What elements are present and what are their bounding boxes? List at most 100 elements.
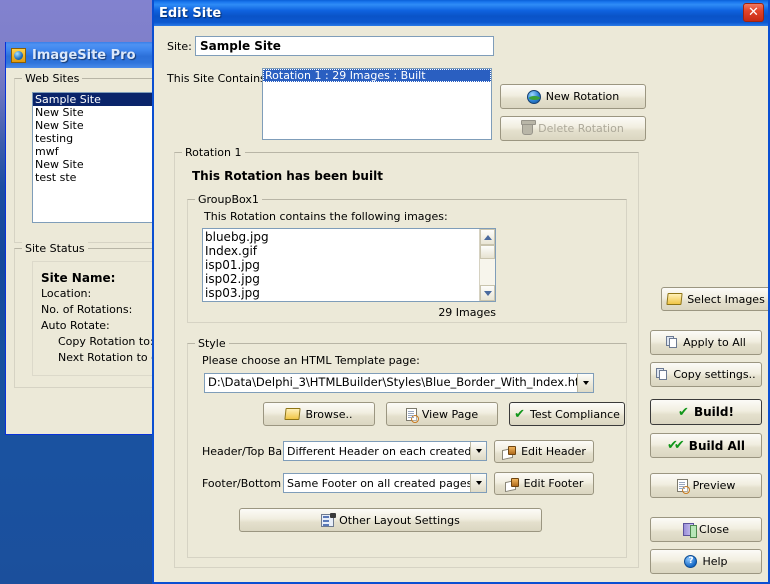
- images-listbox-scrollbar[interactable]: [479, 229, 495, 301]
- apply-to-all-button[interactable]: Apply to All: [650, 330, 762, 355]
- list-item[interactable]: testing: [33, 132, 156, 145]
- this-site-contains-label: This Site Contains:: [167, 72, 270, 85]
- brush-icon: [505, 477, 519, 490]
- header-banner-combo[interactable]: Different Header on each created page: [283, 441, 487, 461]
- page-magnifier-icon: [676, 479, 690, 494]
- groupbox1-caption: GroupBox1: [195, 193, 262, 206]
- site-input[interactable]: Sample Site: [195, 36, 494, 56]
- list-item[interactable]: Rotation 1 : 29 Images : Built: [263, 69, 491, 82]
- help-button-label: Help: [702, 555, 728, 568]
- preview-button[interactable]: Preview: [650, 473, 762, 498]
- template-label: Please choose an HTML Template page:: [202, 354, 420, 367]
- select-images-button[interactable]: Select Images: [661, 287, 768, 311]
- view-page-button[interactable]: View Page: [386, 402, 498, 426]
- list-item[interactable]: Sample Site: [33, 93, 156, 106]
- chevron-down-glyph: [582, 381, 589, 385]
- template-combo-value: D:\Data\Delphi_3\HTMLBuilder\Styles\Blue…: [208, 377, 577, 389]
- browse-button-label: Browse..: [305, 407, 353, 421]
- list-item[interactable]: isp01.jpg: [203, 258, 495, 272]
- test-compliance-button[interactable]: ✔ Test Compliance: [509, 402, 625, 426]
- list-item[interactable]: mwf: [33, 145, 156, 158]
- site-status-field-auto-rotate: Auto Rotate:: [41, 319, 110, 332]
- chevron-down-glyph: [475, 449, 482, 453]
- check-icon: ✔: [514, 406, 525, 422]
- list-item[interactable]: New Site: [33, 106, 156, 119]
- edit-site-title: Edit Site: [159, 5, 222, 21]
- list-item[interactable]: isp04.jpg: [203, 300, 495, 301]
- web-sites-group: Web Sites Sample Site New Site New Site …: [14, 72, 156, 243]
- edit-site-titlebar[interactable]: Edit Site ✕: [154, 0, 768, 26]
- images-listbox[interactable]: bluebg.jpg Index.gif isp01.jpg isp02.jpg…: [202, 228, 496, 302]
- build-all-button-label: Build All: [688, 438, 745, 453]
- scrollbar-track[interactable]: [480, 245, 495, 285]
- build-button-label: Build!: [693, 405, 734, 419]
- site-contents-listbox[interactable]: Rotation 1 : 29 Images : Built: [262, 68, 492, 140]
- copy-settings-button[interactable]: Copy settings..: [650, 362, 762, 387]
- edit-header-button[interactable]: Edit Header: [494, 440, 594, 463]
- edit-header-button-label: Edit Header: [521, 445, 586, 458]
- site-status-group-caption: Site Status: [22, 242, 88, 255]
- template-combo[interactable]: D:\Data\Delphi_3\HTMLBuilder\Styles\Blue…: [204, 373, 594, 393]
- new-rotation-button[interactable]: New Rotation: [500, 84, 646, 109]
- site-input-value: Sample Site: [200, 39, 281, 53]
- site-status-field-site-name: Site Name:: [41, 271, 116, 285]
- list-item[interactable]: New Site: [33, 119, 156, 132]
- build-button[interactable]: ✔ Build!: [650, 399, 762, 425]
- other-layout-settings-button-label: Other Layout Settings: [339, 513, 460, 527]
- list-item[interactable]: isp03.jpg: [203, 286, 495, 300]
- help-button[interactable]: ? Help: [650, 549, 762, 574]
- chevron-down-icon[interactable]: [470, 474, 486, 492]
- chevron-down-icon[interactable]: [470, 442, 486, 460]
- edit-footer-button[interactable]: Edit Footer: [494, 472, 594, 495]
- browse-button[interactable]: Browse..: [263, 402, 375, 426]
- site-status-field-copy-rotation-to: Copy Rotation to:: [58, 335, 154, 348]
- site-status-panel: Site Name: Location: No. of Rotations: A…: [32, 261, 156, 376]
- chevron-down-icon[interactable]: [577, 374, 593, 392]
- rotation-group: Rotation 1 This Rotation has been built …: [174, 146, 768, 568]
- other-layout-settings-button[interactable]: Other Layout Settings: [239, 508, 542, 532]
- list-item[interactable]: test ste: [33, 171, 156, 184]
- footer-banner-combo[interactable]: Same Footer on all created pages: [283, 473, 487, 493]
- close-icon[interactable]: ✕: [743, 3, 764, 22]
- scroll-down-button[interactable]: [480, 285, 495, 301]
- header-banner-combo-value: Different Header on each created page: [287, 445, 470, 457]
- folder-open-icon: [666, 293, 683, 305]
- trash-icon: [521, 120, 537, 135]
- chevron-up-icon: [483, 234, 492, 240]
- close-button[interactable]: Close: [650, 517, 762, 542]
- list-item[interactable]: Index.gif: [203, 244, 495, 258]
- check2-icon: ✔✔: [667, 438, 685, 453]
- folder-open-icon: [284, 408, 302, 420]
- list-item[interactable]: isp02.jpg: [203, 272, 495, 286]
- style-group: Style Please choose an HTML Template pag…: [187, 337, 627, 558]
- scrollbar-thumb[interactable]: [480, 245, 495, 259]
- help-icon: ?: [684, 555, 698, 568]
- globe-icon: [526, 89, 541, 104]
- new-rotation-button-label: New Rotation: [545, 90, 620, 103]
- edit-site-dialog: Edit Site ✕ Site: Sample Site This Site …: [152, 0, 770, 584]
- close-glyph: ✕: [748, 5, 759, 20]
- delete-rotation-button: Delete Rotation: [500, 116, 646, 141]
- apply-to-all-button-label: Apply to All: [683, 336, 746, 349]
- images-list-label: This Rotation contains the following ima…: [204, 210, 448, 223]
- images-count-label: 29 Images: [438, 306, 496, 319]
- layout-icon: [321, 512, 337, 527]
- test-compliance-button-label: Test Compliance: [529, 407, 620, 421]
- app-globe-icon: [11, 47, 26, 63]
- scroll-up-button[interactable]: [480, 229, 495, 245]
- footer-banner-combo-value: Same Footer on all created pages: [287, 477, 470, 489]
- copy-settings-button-label: Copy settings..: [673, 368, 756, 381]
- web-sites-listbox[interactable]: Sample Site New Site New Site testing mw…: [32, 92, 156, 223]
- chevron-down-icon: [483, 290, 492, 296]
- build-all-button[interactable]: ✔✔ Build All: [650, 433, 762, 458]
- brush-icon: [502, 445, 517, 458]
- list-item[interactable]: New Site: [33, 158, 156, 171]
- select-images-button-label: Select Images: [687, 292, 765, 306]
- list-item[interactable]: bluebg.jpg: [203, 230, 495, 244]
- style-group-caption: Style: [195, 337, 229, 350]
- preview-button-label: Preview: [692, 479, 736, 492]
- web-sites-group-caption: Web Sites: [22, 72, 83, 85]
- copy-icon: [666, 336, 678, 349]
- imagesite-pro-title: ImageSite Pro: [32, 47, 136, 63]
- door-icon: [683, 523, 698, 538]
